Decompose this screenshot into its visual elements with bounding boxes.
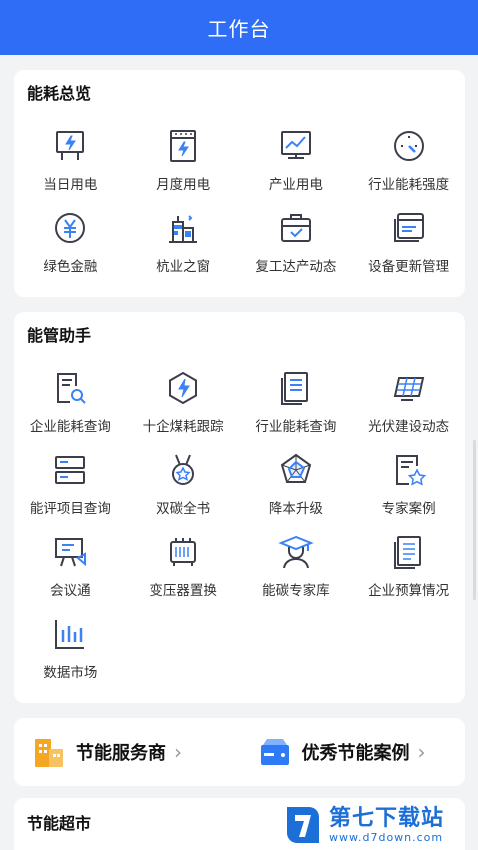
menu-item-label: 数据市场 <box>43 665 98 681</box>
menu-item-label: 能碳专家库 <box>262 583 330 599</box>
energy-service-provider-link[interactable]: 节能服务商 › <box>14 718 240 786</box>
bar-chart-icon <box>51 615 89 653</box>
menu-item-label: 企业预算情况 <box>368 583 450 599</box>
menu-item-label: 设备更新管理 <box>368 259 450 275</box>
graduate-icon <box>277 533 315 571</box>
chevron-right-icon: › <box>417 740 426 764</box>
excellent-cases-link[interactable]: 优秀节能案例 › <box>240 718 466 786</box>
menu-item-hangye-window[interactable]: 杭业之窗 <box>127 206 240 288</box>
menu-item-label: 企业能耗查询 <box>29 419 111 435</box>
solar-panel-icon <box>390 369 428 407</box>
menu-item-data-market[interactable]: 数据市场 <box>14 612 127 694</box>
line-chart-icon <box>277 127 315 165</box>
page-title: 工作台 <box>207 17 271 41</box>
document-list-icon <box>277 369 315 407</box>
menu-item-meeting[interactable]: 会议通 <box>14 530 127 612</box>
city-buildings-icon <box>164 209 202 247</box>
menu-item-label: 双碳全书 <box>156 501 211 517</box>
yuan-coin-icon <box>51 209 89 247</box>
menu-item-label: 月度用电 <box>156 177 211 193</box>
menu-item-label: 当日用电 <box>43 177 98 193</box>
window-stack-icon <box>390 209 428 247</box>
menu-item-label: 能评项目查询 <box>29 501 111 517</box>
menu-item-cost-reduction[interactable]: 降本升级 <box>240 448 353 530</box>
buildings-orange-icon <box>35 739 63 767</box>
menu-item-label: 行业能耗强度 <box>368 177 450 193</box>
presentation-icon <box>51 533 89 571</box>
budget-document-icon <box>390 533 428 571</box>
menu-item-label: 行业能耗查询 <box>255 419 337 435</box>
menu-item-label: 产业用电 <box>268 177 323 193</box>
service-links-bar: 节能服务商 › 优秀节能案例 › <box>14 718 465 786</box>
menu-item-label: 复工达产动态 <box>255 259 337 275</box>
gauge-icon <box>390 127 428 165</box>
menu-item-enterprise-budget[interactable]: 企业预算情况 <box>352 530 465 612</box>
menu-item-pv-construction[interactable]: 光伏建设动态 <box>352 366 465 448</box>
menu-item-green-finance[interactable]: 绿色金融 <box>14 206 127 288</box>
hexagon-bolt-icon <box>164 369 202 407</box>
server-icon <box>51 451 89 489</box>
menu-item-equipment-update[interactable]: 设备更新管理 <box>352 206 465 288</box>
menu-item-industry-power[interactable]: 产业用电 <box>240 124 353 206</box>
menu-item-enterprise-energy-query[interactable]: 企业能耗查询 <box>14 366 127 448</box>
scrollbar[interactable] <box>473 440 476 600</box>
menu-item-industry-energy-query[interactable]: 行业能耗查询 <box>240 366 353 448</box>
billboard-power-icon <box>51 127 89 165</box>
document-star-icon <box>390 451 428 489</box>
energy-overview-card: 能耗总览 当日用电 月度用电 产业用电 行业能耗强度 绿色金融 杭业之窗 复工达… <box>14 70 465 297</box>
menu-item-coal-tracking[interactable]: 十企煤耗跟踪 <box>127 366 240 448</box>
watermark-url: www.d7down.com <box>329 830 444 844</box>
section-title: 节能超市 <box>27 814 92 833</box>
document-search-icon <box>51 369 89 407</box>
menu-item-label: 光伏建设动态 <box>368 419 450 435</box>
section-title: 能管助手 <box>27 326 92 345</box>
menu-item-transformer-replace[interactable]: 变压器置换 <box>127 530 240 612</box>
menu-item-industry-intensity[interactable]: 行业能耗强度 <box>352 124 465 206</box>
watermark-name: 第七下载站 <box>329 805 445 831</box>
chevron-right-icon: › <box>174 740 182 764</box>
menu-item-label: 杭业之窗 <box>156 259 211 275</box>
section-title: 能耗总览 <box>27 84 92 103</box>
transformer-icon <box>164 533 202 571</box>
menu-item-label: 会议通 <box>50 583 91 599</box>
menu-item-evaluation-query[interactable]: 能评项目查询 <box>14 448 127 530</box>
menu-item-daily-power[interactable]: 当日用电 <box>14 124 127 206</box>
menu-item-label: 降本升级 <box>268 501 323 517</box>
menu-item-label: 十企煤耗跟踪 <box>142 419 224 435</box>
monthly-power-icon <box>164 127 202 165</box>
watermark-logo <box>287 807 319 843</box>
menu-item-expert-library[interactable]: 能碳专家库 <box>240 530 353 612</box>
radar-chart-icon <box>277 451 315 489</box>
service-label: 节能服务商 <box>76 743 166 764</box>
medal-star-icon <box>164 451 202 489</box>
menu-item-dual-carbon-book[interactable]: 双碳全书 <box>127 448 240 530</box>
menu-item-label: 变压器置换 <box>149 583 217 599</box>
energy-assistant-card: 能管助手 企业能耗查询 十企煤耗跟踪 行业能耗查询 光伏建设动态 能评项目查询 … <box>14 312 465 703</box>
briefcase-check-icon <box>277 209 315 247</box>
storage-blue-icon <box>260 739 289 765</box>
service-label: 优秀节能案例 <box>301 743 410 764</box>
menu-item-expert-cases[interactable]: 专家案例 <box>352 448 465 530</box>
top-bar: 工作台 <box>0 0 478 55</box>
menu-item-monthly-power[interactable]: 月度用电 <box>127 124 240 206</box>
site-watermark: 第七下载站 www.d7down.com <box>283 800 478 850</box>
menu-item-resume-production[interactable]: 复工达产动态 <box>240 206 353 288</box>
menu-item-label: 绿色金融 <box>43 259 98 275</box>
menu-item-label: 专家案例 <box>381 501 436 517</box>
